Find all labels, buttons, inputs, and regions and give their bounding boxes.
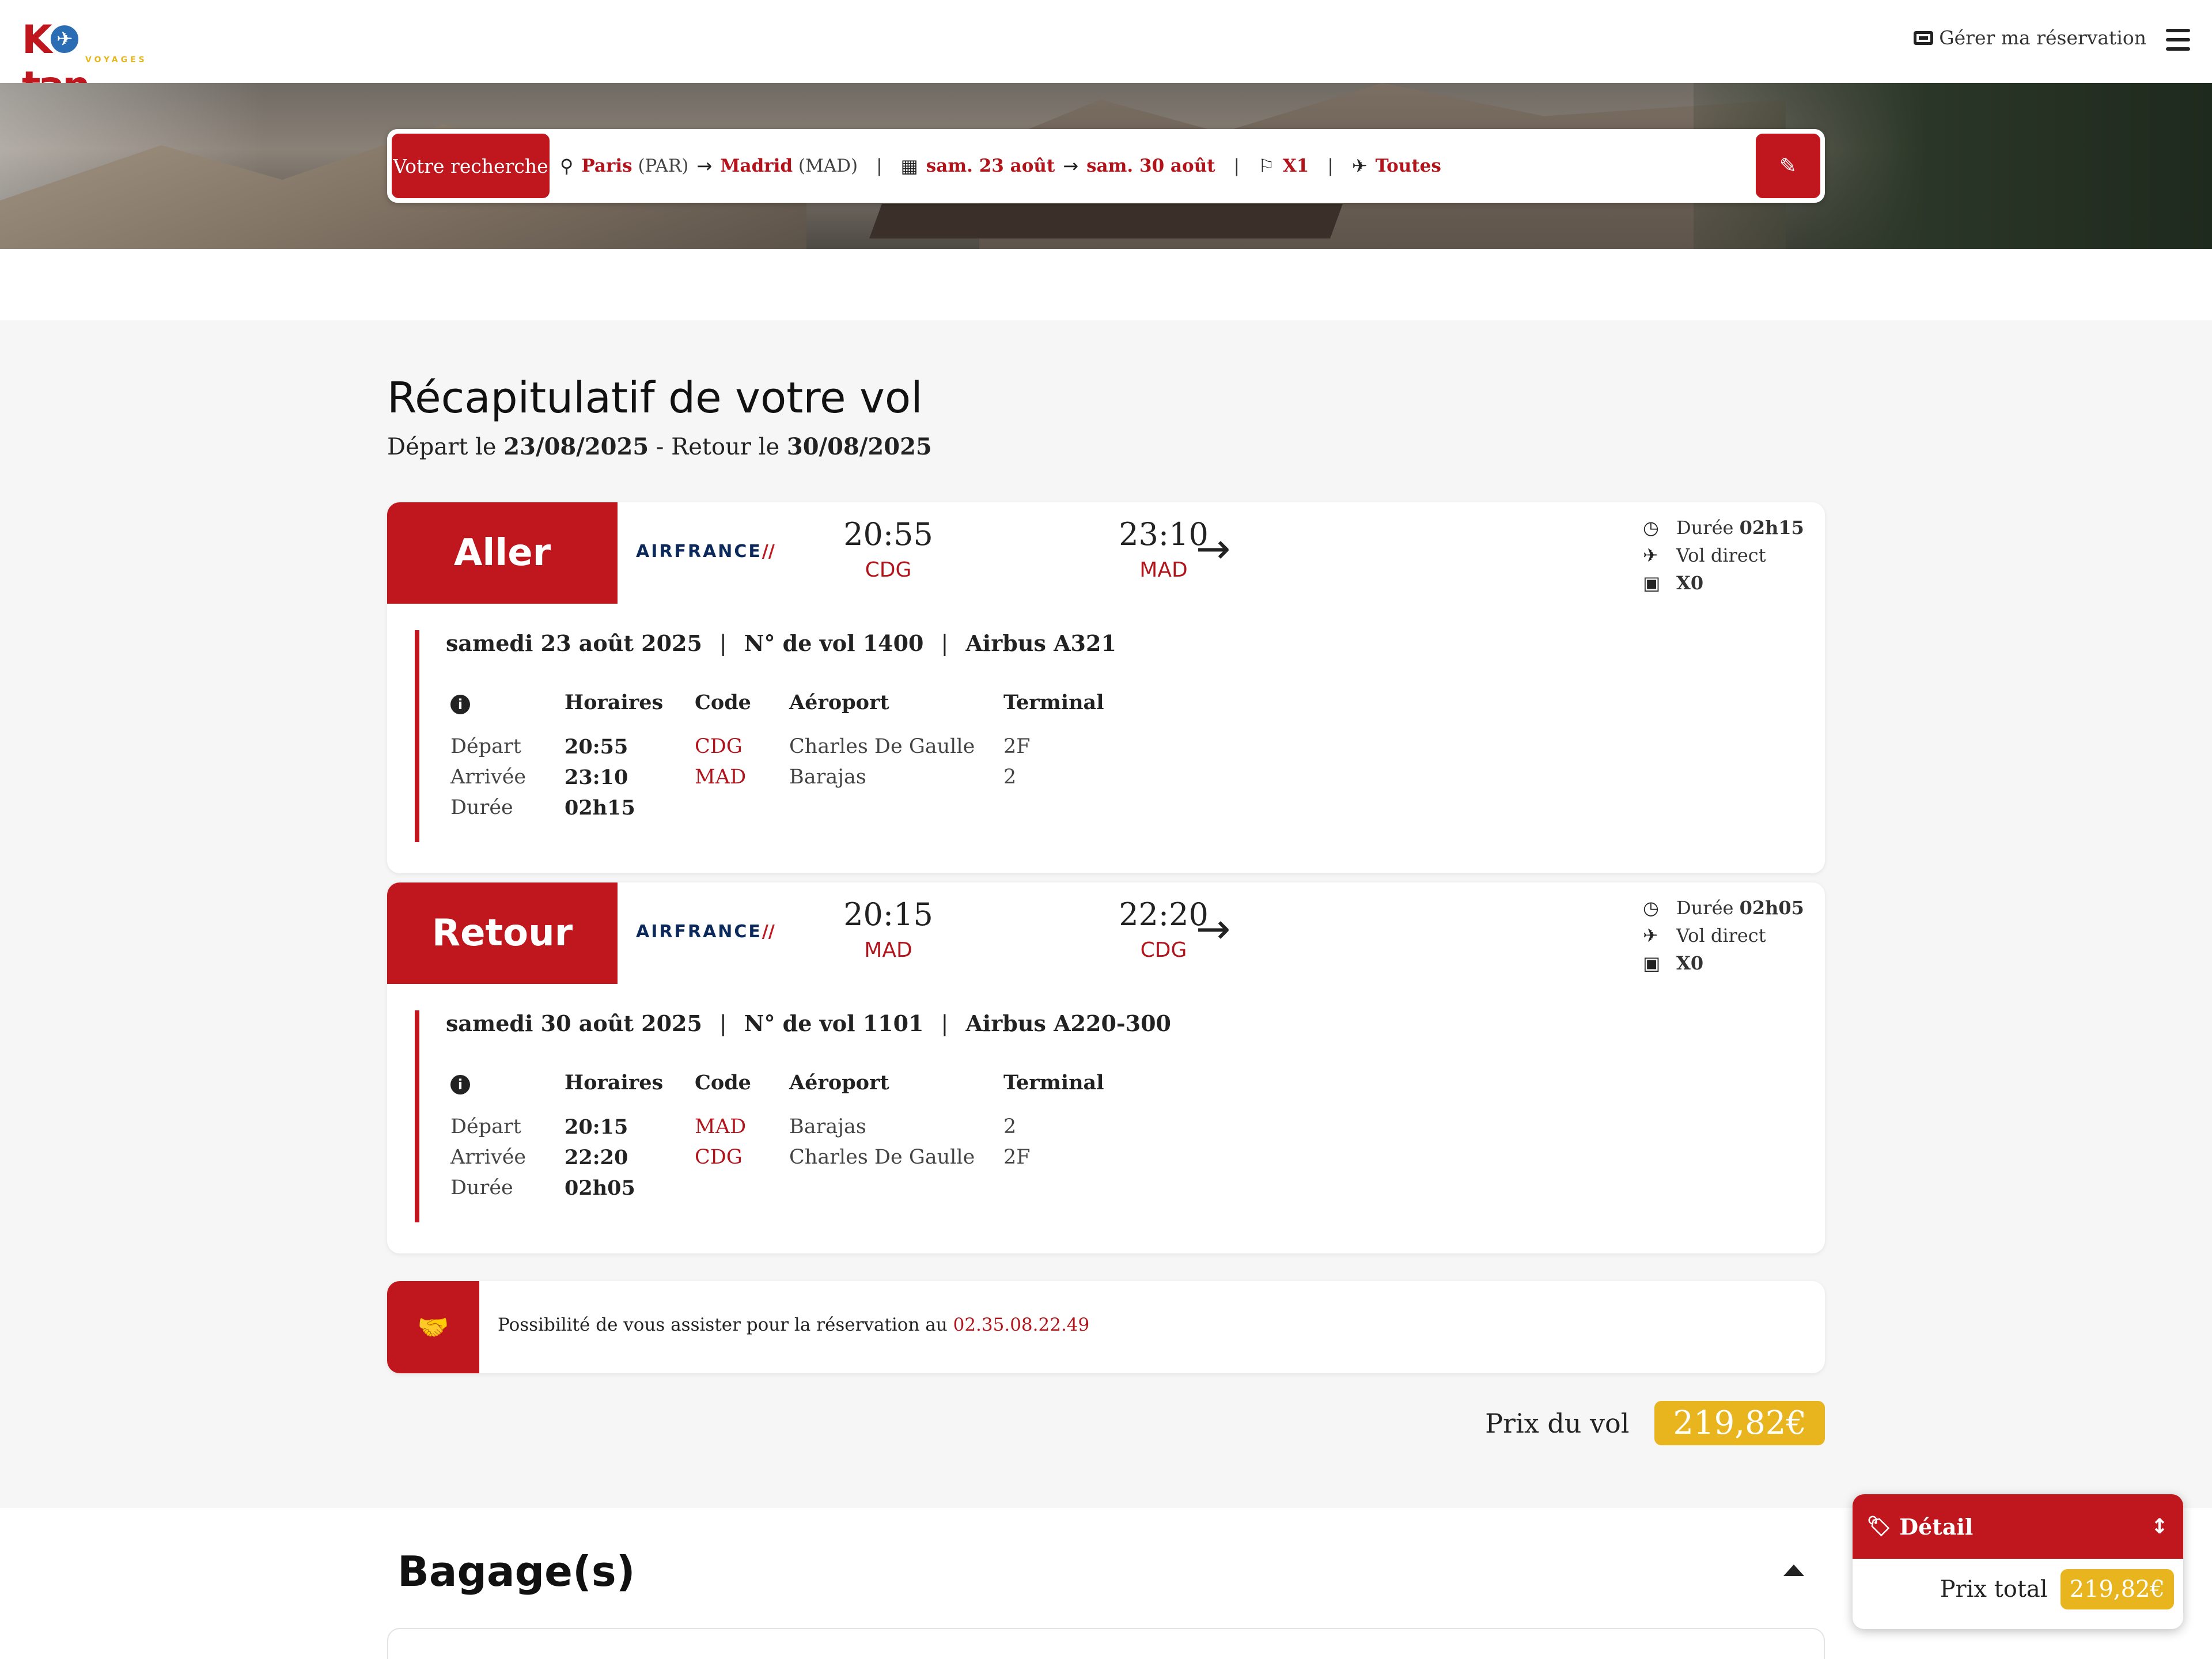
arrow-right-icon: →	[1063, 155, 1079, 177]
departure-code: CDG	[865, 558, 912, 582]
arrival-block: 22:20 CDG	[1094, 896, 1233, 962]
price-detail-panel: 🏷 Détail ↕ Prix total 219,82€	[1853, 1494, 2183, 1629]
baggage-card	[387, 1628, 1825, 1659]
passenger-count: X1	[1282, 156, 1309, 176]
takeoff-icon: ✈	[1643, 544, 1658, 566]
separator: |	[1233, 156, 1240, 176]
collapse-caret-icon[interactable]	[1783, 1565, 1804, 1576]
info-icon[interactable]: i	[450, 695, 470, 714]
origin-city: Paris	[581, 156, 632, 176]
phone-link[interactable]: 02.35.08.22.49	[953, 1315, 1090, 1335]
clock-icon: ◷	[1643, 517, 1659, 539]
departure-time: 20:15	[843, 896, 933, 933]
destination-code: (MAD)	[798, 156, 858, 176]
flight-facts: ◷ Durée 02h05 ✈ Vol direct ▣ X0	[1643, 894, 1804, 977]
separator: |	[876, 156, 882, 176]
assistance-text: Possibilité de vous assister pour la rés…	[498, 1315, 1090, 1335]
flight-detail: samedi 30 août 2025 | N° de vol 1101 | Airbu…	[415, 1010, 1797, 1222]
expand-arrows-icon: ↕	[2150, 1515, 2168, 1539]
assistance-banner: 🤝 Possibilité de vous assister pour la r…	[387, 1281, 1825, 1373]
flight-detail-header: samedi 23 août 2025 | N° de vol 1400 | Airbu…	[446, 630, 1116, 656]
menu-icon[interactable]	[2166, 29, 2190, 51]
search-tag: Votre recherche	[392, 134, 550, 198]
leg-badge: Aller	[387, 502, 618, 604]
destination-city: Madrid	[720, 156, 793, 176]
search-summary-bar: Votre recherche ⚲ Paris (PAR) → Madrid (…	[387, 129, 1825, 203]
search-criteria: ⚲ Paris (PAR) → Madrid (MAD) | ▦ sam. 23…	[560, 132, 1441, 199]
outbound-date: sam. 23 août	[926, 156, 1055, 176]
clock-icon: ◷	[1643, 897, 1659, 919]
route-icon: ⚲	[560, 155, 574, 177]
plane-icon: ✈	[1351, 155, 1368, 177]
edit-icon: ✎	[1779, 154, 1797, 178]
airline-logo: AIRFRANCE//	[636, 922, 775, 942]
total-price-label: Prix total	[1940, 1576, 2048, 1603]
leg-badge: Retour	[387, 882, 618, 984]
return-date: sam. 30 août	[1086, 156, 1215, 176]
arrow-right-icon: →	[696, 155, 713, 177]
landing-icon: ✈	[1643, 925, 1658, 946]
origin-code: (PAR)	[638, 156, 689, 176]
price-value: 219,82€	[1654, 1401, 1825, 1445]
baggage-title: Bagage(s)	[397, 1547, 635, 1596]
departure-time: 20:55	[843, 516, 933, 552]
ticket-icon	[1914, 31, 1934, 45]
arrival-time: 22:20	[1119, 896, 1209, 933]
total-price-row: Prix total 219,82€	[1940, 1569, 2174, 1609]
price-detail-toggle[interactable]: 🏷 Détail ↕	[1853, 1494, 2183, 1559]
departure-block: 20:55 CDG	[819, 516, 957, 582]
flight-detail: samedi 23 août 2025 | N° de vol 1400 | Airbu…	[415, 630, 1797, 842]
manage-booking-link[interactable]: Gérer ma réservation	[1914, 26, 2146, 49]
handshake-icon: 🤝	[387, 1281, 479, 1373]
flight-card-return: Retour AIRFRANCE// 20:15 MAD → 22:20 CDG…	[387, 882, 1825, 1253]
manage-booking-label: Gérer ma réservation	[1939, 26, 2146, 49]
airline-logo: AIRFRANCE//	[636, 541, 775, 562]
calendar-icon: ▦	[900, 155, 918, 177]
airline-filter: Toutes	[1375, 156, 1441, 176]
arrival-code: MAD	[1139, 558, 1188, 582]
kotan-logo[interactable]: Ktan VOYAGES	[22, 17, 145, 109]
top-bar: Ktan VOYAGES Gérer ma réservation	[0, 0, 2212, 109]
tag-icon: 🏷	[1866, 1515, 1892, 1538]
logo-tagline: VOYAGES	[85, 55, 147, 65]
luggage-icon: ▣	[1643, 572, 1661, 594]
flight-facts: ◷ Durée 02h15 ✈ Vol direct ▣ X0	[1643, 514, 1804, 597]
luggage-icon: ▣	[1643, 952, 1661, 974]
price-detail-title: Détail	[1899, 1513, 1974, 1540]
arrival-block: 23:10 MAD	[1094, 516, 1233, 582]
price-label: Prix du vol	[1485, 1407, 1630, 1439]
arrival-code: CDG	[1140, 938, 1187, 962]
arrival-time: 23:10	[1119, 516, 1209, 552]
trip-dates: Départ le 23/08/2025 - Retour le 30/08/2…	[387, 433, 932, 460]
traveler-icon: ⚐	[1258, 155, 1275, 177]
separator: |	[1327, 156, 1334, 176]
departure-code: MAD	[864, 938, 912, 962]
total-price-value: 219,82€	[2060, 1569, 2174, 1609]
globe-plane-icon	[48, 23, 81, 55]
edit-search-button[interactable]: ✎	[1756, 134, 1820, 198]
info-icon[interactable]: i	[450, 1075, 470, 1094]
flight-card-outbound: Aller AIRFRANCE// 20:55 CDG → 23:10 MAD …	[387, 502, 1825, 873]
white-band	[0, 249, 2212, 320]
page-title: Récapitulatif de votre vol	[387, 373, 923, 423]
departure-block: 20:15 MAD	[819, 896, 957, 962]
flight-detail-header: samedi 30 août 2025 | N° de vol 1101 | Airbu…	[446, 1010, 1171, 1036]
flight-price: Prix du vol 219,82€	[1485, 1401, 1825, 1445]
